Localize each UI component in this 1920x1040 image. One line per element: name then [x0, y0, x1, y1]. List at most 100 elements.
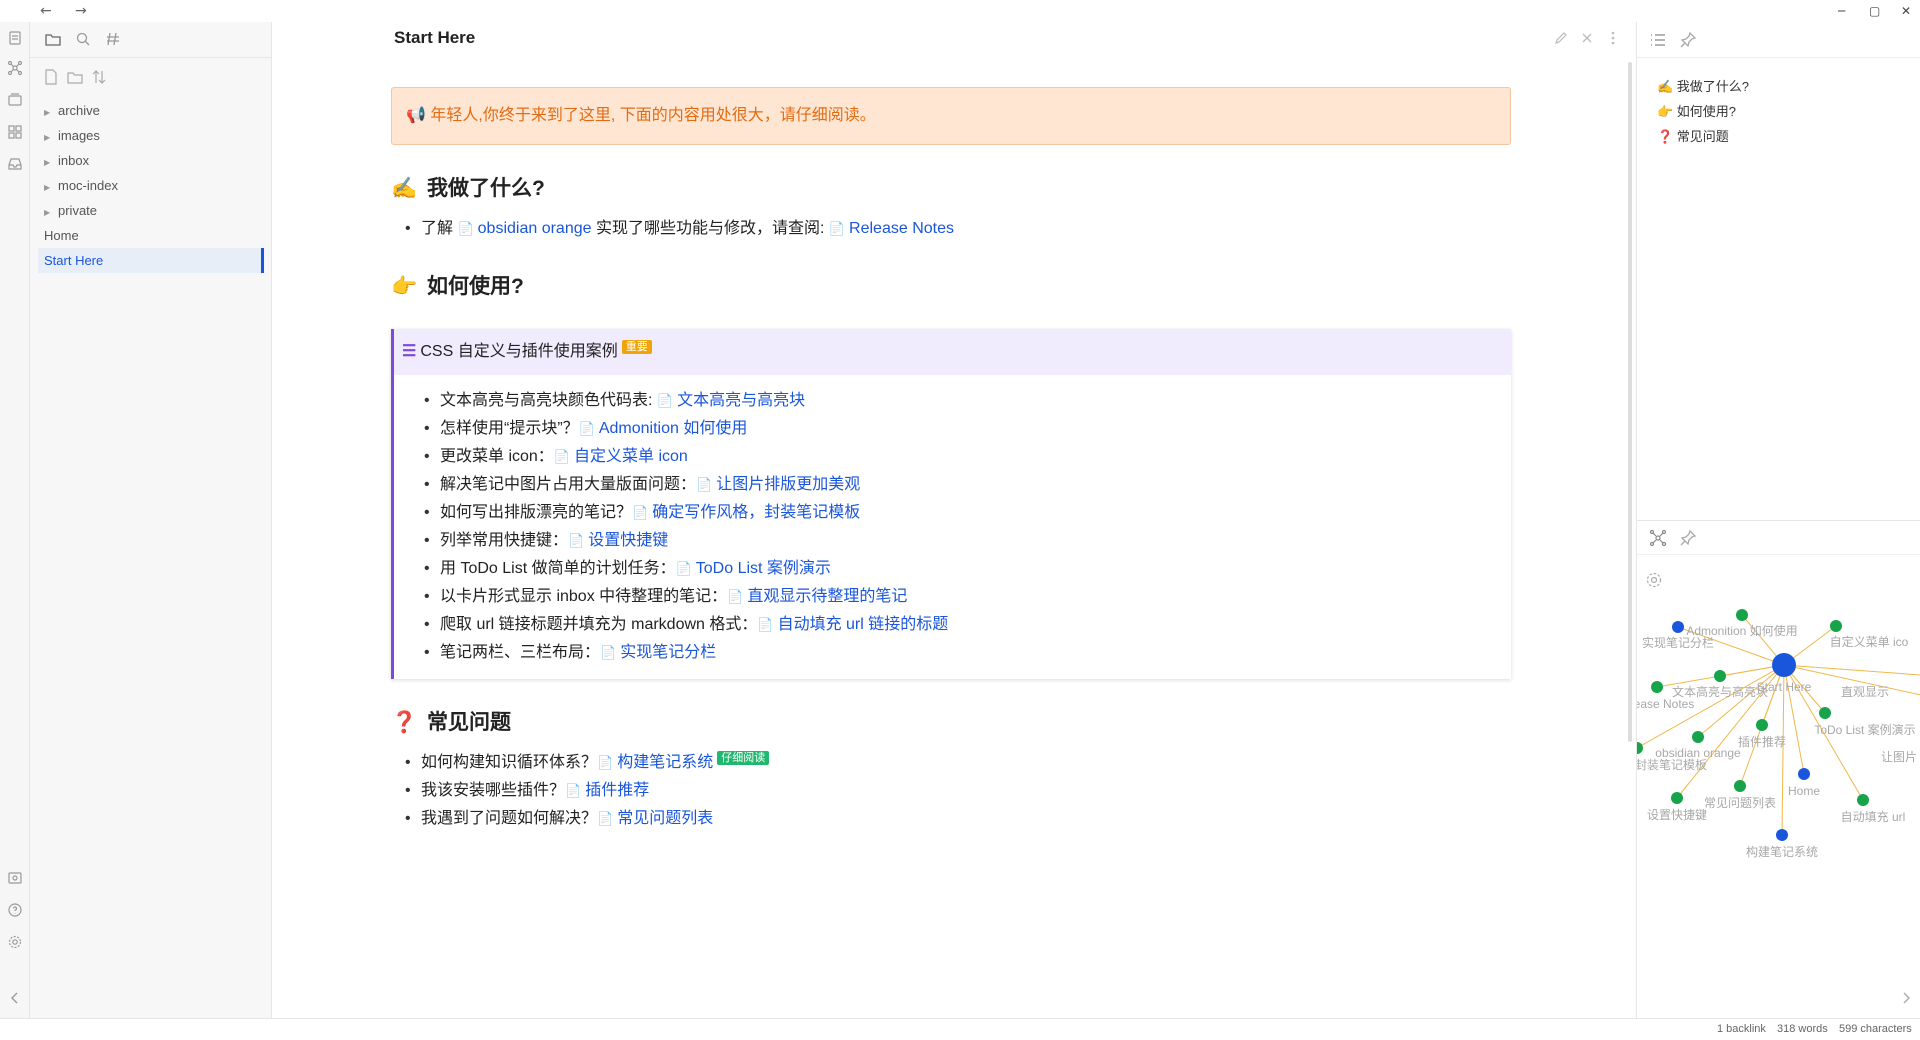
tree-folder-moc-index[interactable]: ▶ moc-index	[38, 173, 264, 198]
tree-folder-archive[interactable]: ▶ archive	[38, 98, 264, 123]
link-text: 确定写作风格，封装笔记模板	[652, 504, 861, 521]
graph-view-icon[interactable]	[1649, 529, 1667, 547]
link-release-notes[interactable]: 📄 Release Notes	[829, 220, 954, 237]
local-graph[interactable]: Start Here Admonition 如何使用 实现笔记分栏 自定义菜单 …	[1637, 555, 1920, 975]
outline-icon[interactable]	[1649, 31, 1667, 49]
close-icon[interactable]	[1579, 30, 1597, 48]
internal-link[interactable]: 📄 设置快捷键	[568, 532, 668, 549]
graph-node[interactable]	[1637, 742, 1643, 754]
collapse-left-icon[interactable]	[7, 990, 23, 1006]
internal-link[interactable]: 📄 ToDo List 案例演示	[676, 560, 831, 577]
search-icon[interactable]	[74, 30, 92, 48]
graph-node[interactable]	[1830, 620, 1842, 632]
internal-link[interactable]: 📄 让图片排版更加美观	[696, 476, 860, 493]
graph-node[interactable]	[1714, 670, 1726, 682]
link-text: 插件推荐	[585, 782, 650, 799]
edit-icon[interactable]	[1553, 30, 1571, 48]
pin-icon[interactable]	[1679, 529, 1697, 547]
callout-list-item: 解决笔记中图片占用大量版面问题：📄让图片排版更加美观	[394, 471, 1511, 499]
document-icon: 📄	[757, 617, 774, 632]
graph-node-start-here[interactable]	[1772, 653, 1796, 677]
tag-important: 重要	[621, 340, 652, 354]
graph-node[interactable]	[1857, 794, 1869, 806]
graph-node[interactable]	[1756, 719, 1768, 731]
collapse-right-icon[interactable]	[1897, 989, 1915, 1007]
callout-list-item: 用 ToDo List 做简单的计划任务：📄ToDo List 案例演示	[394, 555, 1511, 583]
link-text: 构建笔记系统	[617, 754, 714, 771]
scrollbar[interactable]	[1628, 62, 1632, 742]
list-item: 如何构建知识循环体系？📄构建笔记系统仔细阅读	[391, 749, 1511, 777]
word-count: 318 words	[1777, 1023, 1828, 1035]
tree-folder-inbox[interactable]: ▶ inbox	[38, 148, 264, 173]
document-icon: 📄	[568, 533, 585, 548]
outline-item[interactable]: ✍️ 我做了什么?	[1657, 74, 1749, 99]
outline-header	[1637, 22, 1920, 58]
outline-item[interactable]: ❓ 常见问题	[1657, 124, 1749, 149]
tag-icon[interactable]	[104, 30, 122, 48]
list-text: 用 ToDo List 做简单的计划任务：	[440, 560, 676, 577]
tree-file-start-here[interactable]: Start Here	[38, 248, 264, 273]
link-text: Admonition 如何使用	[598, 420, 748, 437]
new-note-icon[interactable]	[42, 68, 60, 86]
graph-node[interactable]	[1671, 792, 1683, 804]
help-icon[interactable]	[7, 902, 23, 918]
callout-list-item: 文本高亮与高亮块颜色代码表: 📄文本高亮与高亮块	[394, 387, 1511, 415]
graph-node[interactable]	[1736, 609, 1748, 621]
graph-node[interactable]	[1819, 707, 1831, 719]
internal-link[interactable]: 📄 直观显示待整理的笔记	[727, 588, 907, 605]
graph-node-home[interactable]	[1798, 768, 1810, 780]
graph-node[interactable]	[1651, 681, 1663, 693]
heading-faq: ❓ 常见问题	[391, 709, 1511, 737]
internal-link[interactable]: 📄 文本高亮与高亮块	[657, 392, 805, 409]
callout-list-item: 爬取 url 链接标题并填充为 markdown 格式：📄自动填充 url 链接…	[394, 611, 1511, 639]
arrow-right-icon[interactable]: →	[75, 2, 87, 20]
internal-link[interactable]: 📄 自定义菜单 icon	[554, 448, 688, 465]
list-text: 怎样使用“提示块”？	[440, 420, 579, 437]
internal-link[interactable]: 📄 确定写作风格，封装笔记模板	[632, 504, 860, 521]
graph-view-icon[interactable]	[7, 60, 23, 76]
maximize-icon[interactable]: ▢	[1869, 2, 1880, 20]
link-obsidian-orange[interactable]: 📄 obsidian orange	[457, 220, 591, 237]
minimize-icon[interactable]: ─	[1838, 2, 1845, 20]
outline-item[interactable]: 👉 如何使用?	[1657, 99, 1749, 124]
note-content: 📢 年轻人,你终于来到了这里, 下面的内容用处很大，请仔细阅读。 ✍️ 我做了什么…	[391, 87, 1511, 833]
link-faq-list[interactable]: 📄 常见问题列表	[597, 810, 713, 827]
more-options-icon[interactable]	[1605, 30, 1623, 48]
tree-folder-images[interactable]: ▶ images	[38, 123, 264, 148]
tree-folder-private[interactable]: ▶ private	[38, 198, 264, 223]
file-explorer-panel: ▶ archive ▶ images ▶ inbox ▶ moc-index ▶ priv…	[30, 22, 272, 1018]
backlink-count[interactable]: 1 backlink	[1717, 1023, 1766, 1035]
arrow-left-icon[interactable]: ←	[40, 2, 52, 20]
outline-list: ✍️ 我做了什么? 👉 如何使用? ❓ 常见问题	[1657, 74, 1749, 149]
list-icon: ☰	[402, 343, 417, 360]
list-item: 我遇到了问题如何解决？📄常见问题列表	[391, 805, 1511, 833]
callout-title[interactable]: ☰ CSS 自定义与插件使用案例 重要	[394, 329, 1511, 375]
graph-node[interactable]	[1672, 621, 1684, 633]
inbox-icon[interactable]	[7, 156, 23, 172]
close-icon[interactable]: ✕	[1901, 2, 1911, 20]
settings-icon[interactable]	[7, 934, 23, 950]
slides-icon[interactable]	[7, 92, 23, 108]
graph-node[interactable]	[1734, 780, 1746, 792]
internal-link[interactable]: 📄 实现笔记分栏	[600, 644, 716, 661]
internal-link[interactable]: 📄 自动填充 url 链接的标题	[757, 616, 948, 633]
ribbon	[0, 22, 30, 1018]
pin-icon[interactable]	[1679, 31, 1697, 49]
daily-note-icon[interactable]	[7, 30, 23, 46]
list-text: 列举常用快捷键：	[440, 532, 569, 549]
link-build-system[interactable]: 📄 构建笔记系统	[597, 754, 713, 771]
graph-node[interactable]	[1692, 731, 1704, 743]
folder-icon[interactable]	[44, 30, 62, 48]
new-folder-icon[interactable]	[66, 68, 84, 86]
list-text: 更改菜单 icon：	[440, 448, 554, 465]
vault-icon[interactable]	[7, 870, 23, 886]
internal-link[interactable]: 📄 Admonition 如何使用	[579, 420, 748, 437]
document-icon: 📄	[828, 221, 846, 236]
kanban-icon[interactable]	[7, 124, 23, 140]
sort-icon[interactable]	[90, 68, 108, 86]
tree-file-home[interactable]: Home	[38, 223, 264, 248]
graph-node[interactable]	[1776, 829, 1788, 841]
file-tree: ▶ archive ▶ images ▶ inbox ▶ moc-index ▶ priv…	[38, 98, 264, 273]
banner-callout: 📢 年轻人,你终于来到了这里, 下面的内容用处很大，请仔细阅读。	[391, 87, 1511, 145]
link-plugins[interactable]: 📄 插件推荐	[565, 782, 649, 799]
